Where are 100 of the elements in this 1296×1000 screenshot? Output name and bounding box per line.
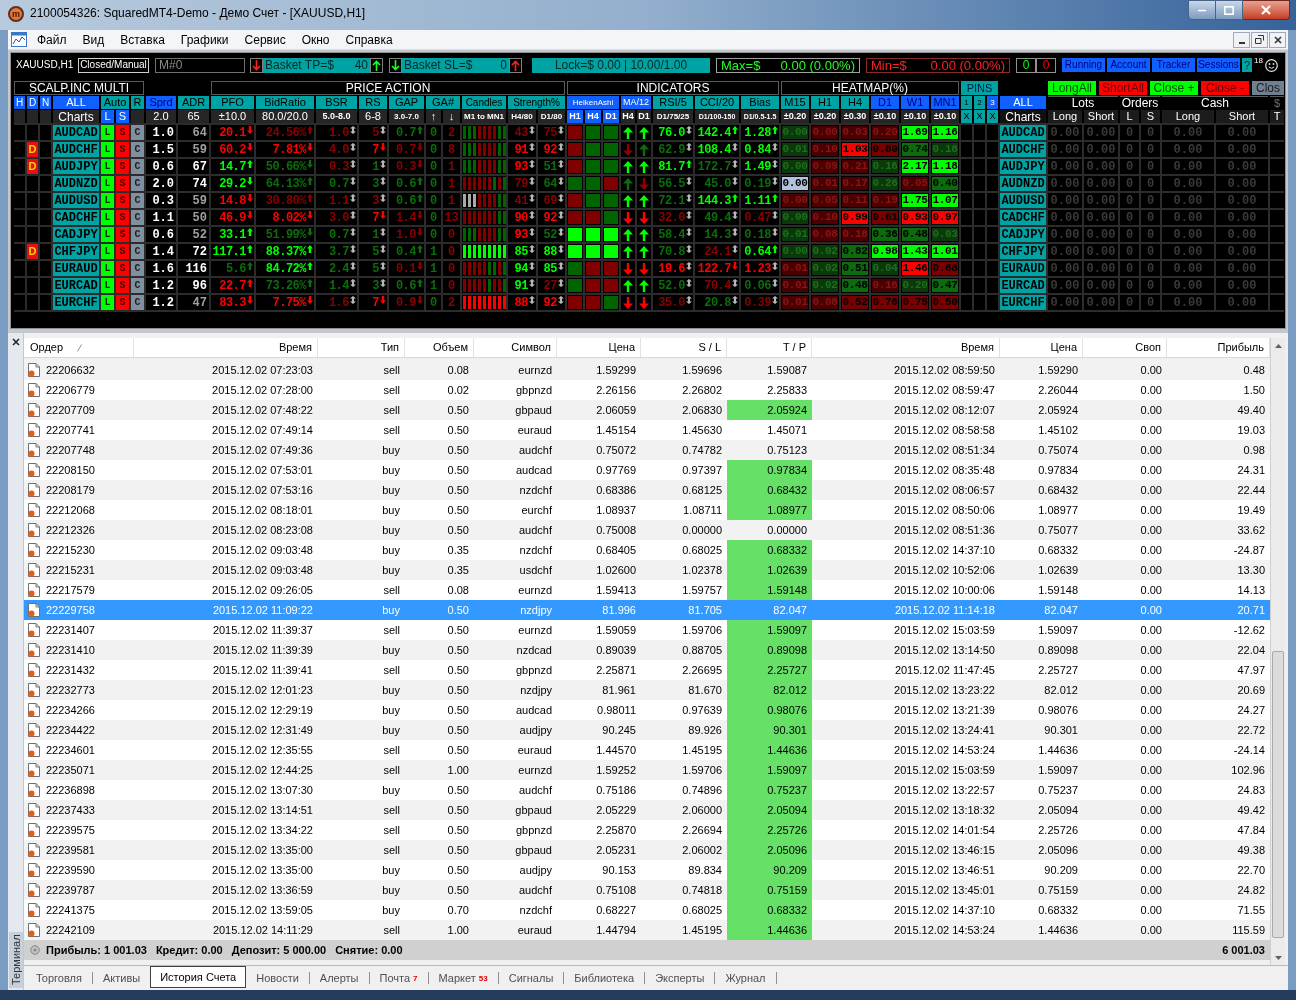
pin-slot[interactable] [961, 278, 972, 293]
pin-slot[interactable] [961, 295, 972, 310]
column-header[interactable]: Тип [318, 338, 405, 357]
pair-button[interactable]: AUDJPY [1000, 159, 1046, 174]
menu-item[interactable]: Вид [74, 30, 113, 49]
pair-short-button[interactable]: S [116, 210, 129, 225]
pin-slot[interactable] [974, 227, 985, 242]
pin-slot[interactable] [961, 159, 972, 174]
column-header[interactable]: Время [812, 338, 1000, 357]
pair-close-button[interactable]: C [131, 176, 144, 191]
pin-slot[interactable] [961, 176, 972, 191]
pair-close-button[interactable]: C [131, 142, 144, 157]
pin-slot[interactable] [961, 261, 972, 276]
child-close-button[interactable] [1269, 31, 1286, 48]
pin-slot[interactable] [961, 244, 972, 259]
pair-close-button[interactable]: C [131, 278, 144, 293]
pair-long-button[interactable]: L [101, 295, 114, 310]
pair-close-button[interactable]: C [131, 159, 144, 174]
column-header[interactable]: Время [134, 338, 318, 357]
tab[interactable]: Сигналы [498, 969, 564, 987]
pair-button[interactable]: EURCAD [53, 278, 99, 293]
pair-close-button[interactable]: C [131, 193, 144, 208]
menu-item[interactable]: Файл [29, 30, 75, 49]
pin-slot[interactable] [987, 244, 998, 259]
tab[interactable]: Активы [92, 969, 151, 987]
child-minimize-button[interactable] [1233, 31, 1250, 48]
maximize-button[interactable] [1216, 0, 1243, 20]
mode-field[interactable]: Closed/Manual [78, 57, 149, 73]
basket-tp-field[interactable]: Basket TP=$ 40 [263, 57, 370, 73]
pair-short-button[interactable]: S [116, 176, 129, 191]
pin-slot[interactable] [961, 193, 972, 208]
order-row[interactable]: 22234266 2015.12.02 12:29:19 buy 0.50 audcad 0.98011 0.97639 0.98076 2015.12.02 13:21:39 0.98076 0.00 24.27 [24, 700, 1270, 720]
pin-slot[interactable] [974, 159, 985, 174]
order-row[interactable]: 22241375 2015.12.02 13:59:05 buy 0.70 nzdchf 0.68227 0.68025 0.68332 2015.12.02 14:37:10 0.68332 0.00 71.55 [24, 900, 1270, 920]
pin-slot[interactable] [974, 193, 985, 208]
pin-slot[interactable] [987, 210, 998, 225]
pin-slot[interactable] [974, 244, 985, 259]
pair-button[interactable]: EURCHF [1000, 295, 1046, 310]
tab[interactable]: Почта 7 [369, 969, 428, 987]
child-restore-button[interactable] [1251, 31, 1268, 48]
pair-button[interactable]: AUDJPY [53, 159, 99, 174]
pair-button[interactable]: CADCHF [1000, 210, 1046, 225]
pin-slot[interactable] [974, 295, 985, 310]
pin-slot[interactable] [974, 125, 985, 140]
pair-button[interactable]: EURCAD [1000, 278, 1046, 293]
scrollbar-thumb[interactable] [1272, 650, 1284, 938]
pair-button[interactable]: AUDCHF [1000, 142, 1046, 157]
column-header[interactable]: Ордер [24, 338, 134, 357]
minimize-button[interactable] [1188, 0, 1216, 20]
pair-close-button[interactable]: C [131, 295, 144, 310]
pair-button[interactable]: AUDNZD [1000, 176, 1046, 191]
menu-item[interactable]: Графики [172, 30, 237, 49]
pin-slot[interactable] [961, 227, 972, 242]
pin-slot[interactable] [974, 278, 985, 293]
column-header[interactable]: Своп [1083, 338, 1167, 357]
pin-slot[interactable] [961, 142, 972, 157]
order-row[interactable]: 22231407 2015.12.02 11:39:37 sell 0.50 eurnzd 1.59059 1.59706 1.59097 2015.12.02 15:03:59 1.59097 0.00 -12.62 [24, 620, 1270, 640]
pin-slot[interactable] [987, 142, 998, 157]
step-down-button[interactable] [389, 57, 402, 73]
pair-long-button[interactable]: L [101, 244, 114, 259]
pin-slot[interactable] [961, 210, 972, 225]
tab[interactable]: Торговля [26, 969, 92, 987]
pair-button[interactable]: CADJPY [1000, 227, 1046, 242]
order-row[interactable]: 22212068 2015.12.02 08:18:01 buy 0.50 eurchf 1.08937 1.08711 1.08977 2015.12.02 08:50:06 1.08977 0.00 19.49 [24, 500, 1270, 520]
tab[interactable]: Эксперты [645, 969, 715, 987]
pin-slot[interactable] [987, 278, 998, 293]
pair-long-button[interactable]: L [101, 261, 114, 276]
pair-close-button[interactable]: C [131, 210, 144, 225]
pair-short-button[interactable]: S [116, 125, 129, 140]
column-header[interactable]: Символ [474, 338, 557, 357]
column-header[interactable]: Объем [405, 338, 474, 357]
pin-slot[interactable] [987, 261, 998, 276]
order-row[interactable]: 22208150 2015.12.02 07:53:01 buy 0.50 audcad 0.97769 0.97397 0.97834 2015.12.02 08:35:48 0.97834 0.00 24.31 [24, 460, 1270, 480]
pair-short-button[interactable]: S [116, 142, 129, 157]
pair-long-button[interactable]: L [101, 210, 114, 225]
order-row[interactable]: 22231432 2015.12.02 11:39:41 sell 0.50 gbpnzd 2.25871 2.26695 2.25727 2015.12.02 11:47:45 2.25727 0.00 47.97 [24, 660, 1270, 680]
pair-button[interactable]: AUDUSD [53, 193, 99, 208]
menu-item[interactable]: Справка [337, 30, 401, 49]
pin-slot[interactable] [987, 125, 998, 140]
pair-long-button[interactable]: L [101, 176, 114, 191]
tab[interactable]: История Счета [150, 966, 247, 988]
close-plus-button[interactable]: Close + [1150, 81, 1198, 95]
pin-slot[interactable] [987, 295, 998, 310]
pin-slot[interactable] [987, 159, 998, 174]
pair-long-button[interactable]: L [101, 227, 114, 242]
pin-slot[interactable] [987, 176, 998, 191]
pair-long-button[interactable]: L [101, 159, 114, 174]
column-header[interactable]: S / L [641, 338, 727, 357]
menu-item[interactable]: Сервис [236, 30, 294, 49]
order-row[interactable]: 22234601 2015.12.02 12:35:55 sell 0.50 euraud 1.44570 1.45195 1.44636 2015.12.02 14:53:24 1.44636 0.00 -24.14 [24, 740, 1270, 760]
pin-slot[interactable] [987, 227, 998, 242]
pair-short-button[interactable]: S [116, 261, 129, 276]
tab[interactable]: Новости [246, 969, 309, 987]
pin-slot[interactable] [974, 176, 985, 191]
pair-button[interactable]: AUDCHF [53, 142, 99, 157]
order-row[interactable]: 22239590 2015.12.02 13:35:00 buy 0.50 audjpy 90.153 89.834 90.209 2015.12.02 13:46:51 90.209 0.00 22.70 [24, 860, 1270, 880]
long-all-button[interactable]: LongAll [1048, 81, 1096, 95]
pair-button[interactable]: CHFJPY [53, 244, 99, 259]
magic-number-field[interactable]: M#0 [155, 57, 245, 73]
pair-close-button[interactable]: C [131, 261, 144, 276]
